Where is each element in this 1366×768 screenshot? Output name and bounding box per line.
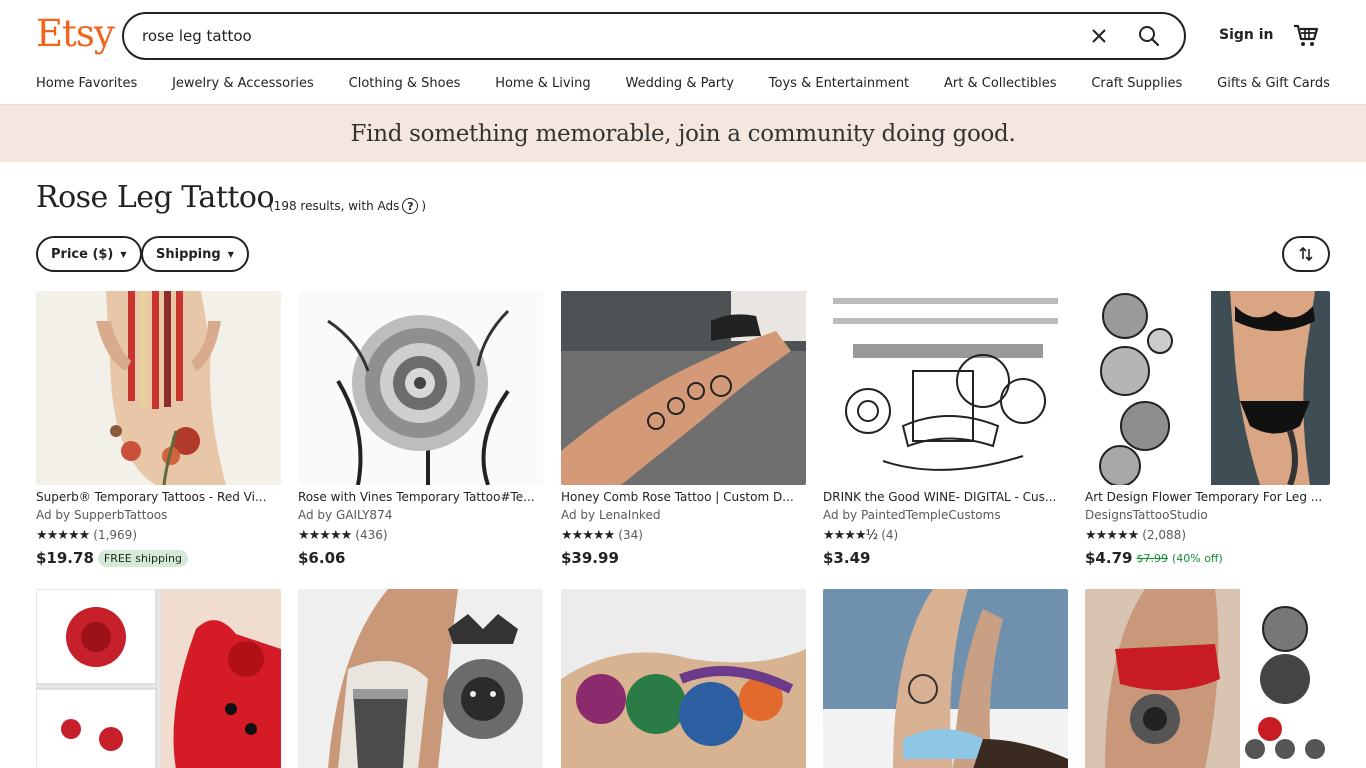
cart-button[interactable]: [1292, 21, 1320, 49]
close-icon: [1092, 29, 1106, 43]
listing-price: $39.99: [561, 549, 619, 567]
review-count: (2,088): [1142, 528, 1186, 542]
listing-image[interactable]: [823, 291, 1068, 485]
listing-image[interactable]: [36, 291, 281, 485]
free-shipping-badge: FREE shipping: [97, 549, 188, 567]
listing-title[interactable]: DRINK the Good WINE- DIGITAL - Cus...: [823, 489, 1068, 505]
listing-price: $19.78: [36, 549, 94, 567]
listing-shop: DesignsTattooStudio: [1085, 508, 1208, 522]
listing-shop: Ad by GAILY874: [298, 508, 393, 522]
category-home-favorites[interactable]: Home Favorites: [36, 76, 137, 91]
review-count: (4): [881, 528, 899, 542]
listing-card[interactable]: Rose with Vines Temporary Tattoo#Te... A…: [298, 291, 543, 567]
listing-card[interactable]: DRINK the Good WINE- DIGITAL - Cus... Ad…: [823, 291, 1068, 567]
listing-image[interactable]: [36, 589, 281, 768]
price-filter-label: Price ($): [51, 246, 114, 262]
category-art[interactable]: Art & Collectibles: [944, 76, 1056, 91]
listing-rating: ★★★★½ (4): [823, 527, 1068, 543]
star-rating-icon: ★★★★½: [823, 527, 878, 543]
listing-title[interactable]: Art Design Flower Temporary For Leg ...: [1085, 489, 1330, 505]
category-clothing[interactable]: Clothing & Shoes: [349, 76, 461, 91]
listing-price: $4.79: [1085, 549, 1133, 567]
category-home-living[interactable]: Home & Living: [495, 76, 590, 91]
price-row: $4.79 $7.99 (40% off): [1085, 549, 1330, 567]
sign-in-link[interactable]: Sign in: [1219, 27, 1274, 43]
cart-icon: [1294, 24, 1319, 46]
search-bar: [122, 12, 1186, 60]
price-filter-button[interactable]: Price ($) ▼: [36, 236, 142, 272]
results-count-close: ): [421, 199, 427, 213]
shipping-filter-label: Shipping: [156, 246, 221, 262]
results-title: Rose Leg Tattoo: [36, 180, 275, 215]
category-wedding[interactable]: Wedding & Party: [625, 76, 733, 91]
etsy-logo[interactable]: Etsy: [36, 14, 115, 54]
caret-down-icon: ▼: [120, 249, 127, 259]
star-rating-icon: ★★★★★: [1085, 527, 1139, 543]
review-count: (1,969): [93, 528, 137, 542]
category-toys[interactable]: Toys & Entertainment: [769, 76, 909, 91]
listing-card[interactable]: Art Design Flower Temporary For Leg ... …: [1085, 291, 1330, 567]
price-row: $3.49: [823, 549, 1068, 567]
banner-text: Find something memorable, join a communi…: [350, 120, 1016, 147]
results-count: (198 results, with Ads ? ): [269, 198, 426, 214]
listing-image[interactable]: [1085, 589, 1330, 768]
category-nav: Home Favorites Jewelry & Accessories Clo…: [36, 76, 1330, 91]
listing-shop: Ad by LenaInked: [561, 508, 661, 522]
listing-card[interactable]: Honey Comb Rose Tattoo | Custom D... Ad …: [561, 291, 806, 567]
original-price: $7.99: [1136, 551, 1168, 565]
category-jewelry[interactable]: Jewelry & Accessories: [172, 76, 314, 91]
clear-search-button[interactable]: [1086, 23, 1112, 49]
listing-price: $6.06: [298, 549, 346, 567]
category-gifts[interactable]: Gifts & Gift Cards: [1217, 76, 1330, 91]
search-input[interactable]: [142, 24, 1042, 48]
discount-label: (40% off): [1171, 551, 1223, 565]
shipping-filter-button[interactable]: Shipping ▼: [141, 236, 249, 272]
listing-image[interactable]: [561, 291, 806, 485]
search-button[interactable]: [1124, 19, 1174, 53]
listing-shop: Ad by PaintedTempleCustoms: [823, 508, 1001, 522]
sort-icon: [1299, 246, 1313, 262]
search-icon: [1139, 26, 1160, 47]
review-count: (436): [355, 528, 388, 542]
category-craft[interactable]: Craft Supplies: [1091, 76, 1182, 91]
sort-button[interactable]: [1282, 236, 1330, 272]
listing-price: $3.49: [823, 549, 871, 567]
listing-rating: ★★★★★ (436): [298, 527, 543, 543]
listing-image[interactable]: [561, 589, 806, 768]
listing-image[interactable]: [298, 589, 543, 768]
help-icon[interactable]: ?: [402, 198, 419, 214]
listing-title[interactable]: Honey Comb Rose Tattoo | Custom D...: [561, 489, 806, 505]
listing-rating: ★★★★★ (1,969): [36, 527, 281, 543]
promo-banner: Find something memorable, join a communi…: [0, 105, 1366, 162]
review-count: (34): [618, 528, 643, 542]
listing-image[interactable]: [1085, 291, 1330, 485]
site-header: Etsy Sign in Home Favorites Jewelry & Ac…: [0, 0, 1366, 105]
price-row: $6.06: [298, 549, 543, 567]
price-row: $39.99: [561, 549, 806, 567]
listing-title[interactable]: Rose with Vines Temporary Tattoo#Te...: [298, 489, 543, 505]
listing-title[interactable]: Superb® Temporary Tattoos - Red Vi...: [36, 489, 281, 505]
listing-image[interactable]: [298, 291, 543, 485]
caret-down-icon: ▼: [227, 249, 234, 259]
listing-image[interactable]: [823, 589, 1068, 768]
price-row: $19.78 FREE shipping: [36, 549, 281, 567]
star-rating-icon: ★★★★★: [561, 527, 615, 543]
results-count-text: (198 results, with Ads: [269, 199, 400, 213]
listing-card[interactable]: Superb® Temporary Tattoos - Red Vi... Ad…: [36, 291, 281, 567]
listing-rating: ★★★★★ (34): [561, 527, 806, 543]
star-rating-icon: ★★★★★: [298, 527, 352, 543]
listing-shop: Ad by SupperbTattoos: [36, 508, 168, 522]
star-rating-icon: ★★★★★: [36, 527, 90, 543]
listing-rating: ★★★★★ (2,088): [1085, 527, 1330, 543]
